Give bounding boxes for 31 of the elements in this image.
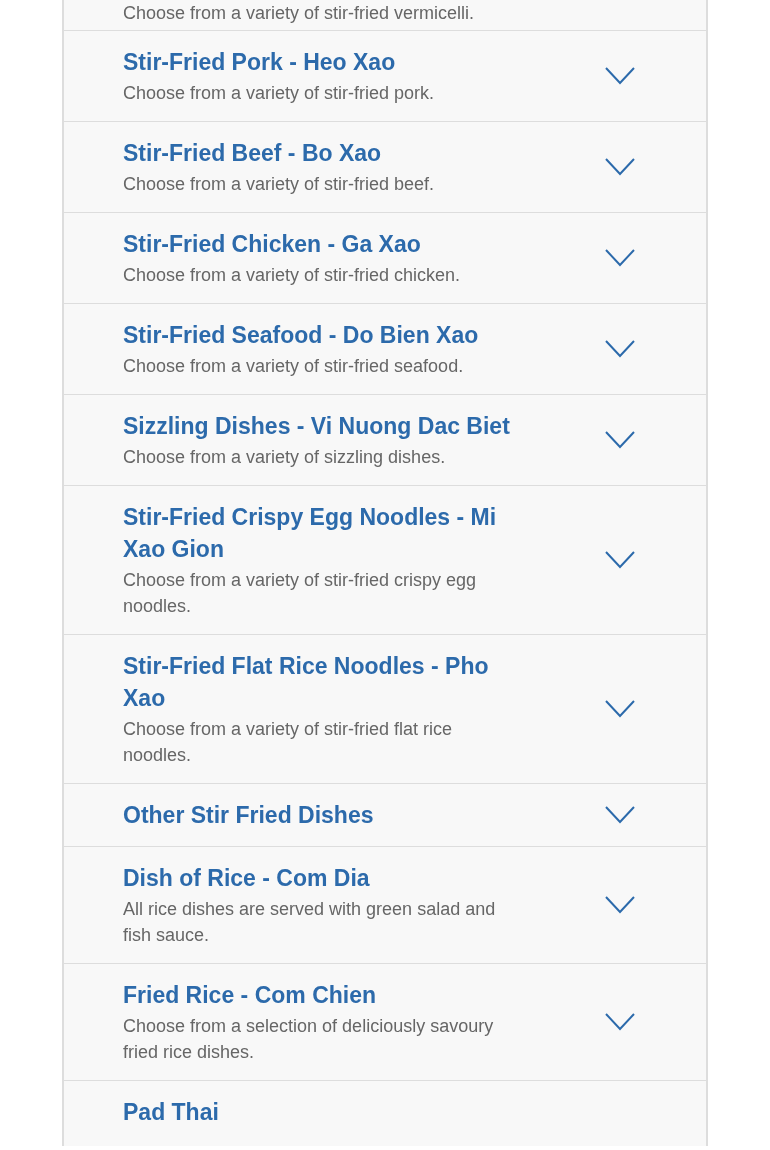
chevron-down-icon[interactable]: [605, 431, 635, 449]
category-title[interactable]: Sizzling Dishes - Vi Nuong Dac Biet: [123, 410, 523, 442]
chevron-down-icon[interactable]: [605, 1013, 635, 1031]
category-title[interactable]: Pad Thai: [123, 1096, 523, 1128]
category-description: Choose from a variety of stir-fried flat rice noodles.: [123, 718, 454, 767]
category-description: Choose from a selection of deliciously savoury fried rice dishes.: [123, 1015, 495, 1064]
category-description: Choose from a variety of stir-fried seafood.: [123, 355, 465, 378]
category-title[interactable]: Fried Rice - Com Chien: [123, 979, 523, 1011]
category-title[interactable]: Stir-Fried Chicken - Ga Xao: [123, 228, 523, 260]
category-description: Choose from a variety of stir-fried vermicelli.: [123, 2, 476, 25]
chevron-down-icon[interactable]: [605, 67, 635, 85]
category-title[interactable]: Stir-Fried Crispy Egg Noodles - Mi Xao Gion: [123, 501, 523, 565]
category-description: Choose from a variety of stir-fried chicken.: [123, 264, 462, 287]
category-description: Choose from a variety of sizzling dishes.: [123, 446, 447, 469]
chevron-down-icon[interactable]: [605, 249, 635, 267]
category-title[interactable]: Other Stir Fried Dishes: [123, 799, 523, 831]
category-title[interactable]: Stir-Fried Pork - Heo Xao: [123, 46, 523, 78]
category-description: Choose from a variety of stir-fried beef.: [123, 173, 436, 196]
chevron-down-icon[interactable]: [605, 158, 635, 176]
category-description: Choose from a variety of stir-fried crispy egg noodles.: [123, 569, 478, 618]
chevron-down-icon[interactable]: [605, 896, 635, 914]
chevron-down-icon[interactable]: [605, 700, 635, 718]
category-description: All rice dishes are served with green salad and fish sauce.: [123, 898, 497, 947]
category-title[interactable]: Dish of Rice - Com Dia: [123, 862, 523, 894]
chevron-down-icon[interactable]: [605, 806, 635, 824]
category-title[interactable]: Stir-Fried Seafood - Do Bien Xao: [123, 319, 523, 351]
chevron-down-icon[interactable]: [605, 551, 635, 569]
category-title[interactable]: Stir-Fried Beef - Bo Xao: [123, 137, 523, 169]
category-title[interactable]: Stir-Fried Flat Rice Noodles - Pho Xao: [123, 650, 523, 714]
chevron-down-icon[interactable]: [605, 340, 635, 358]
category-description: Choose from a variety of stir-fried pork.: [123, 82, 436, 105]
